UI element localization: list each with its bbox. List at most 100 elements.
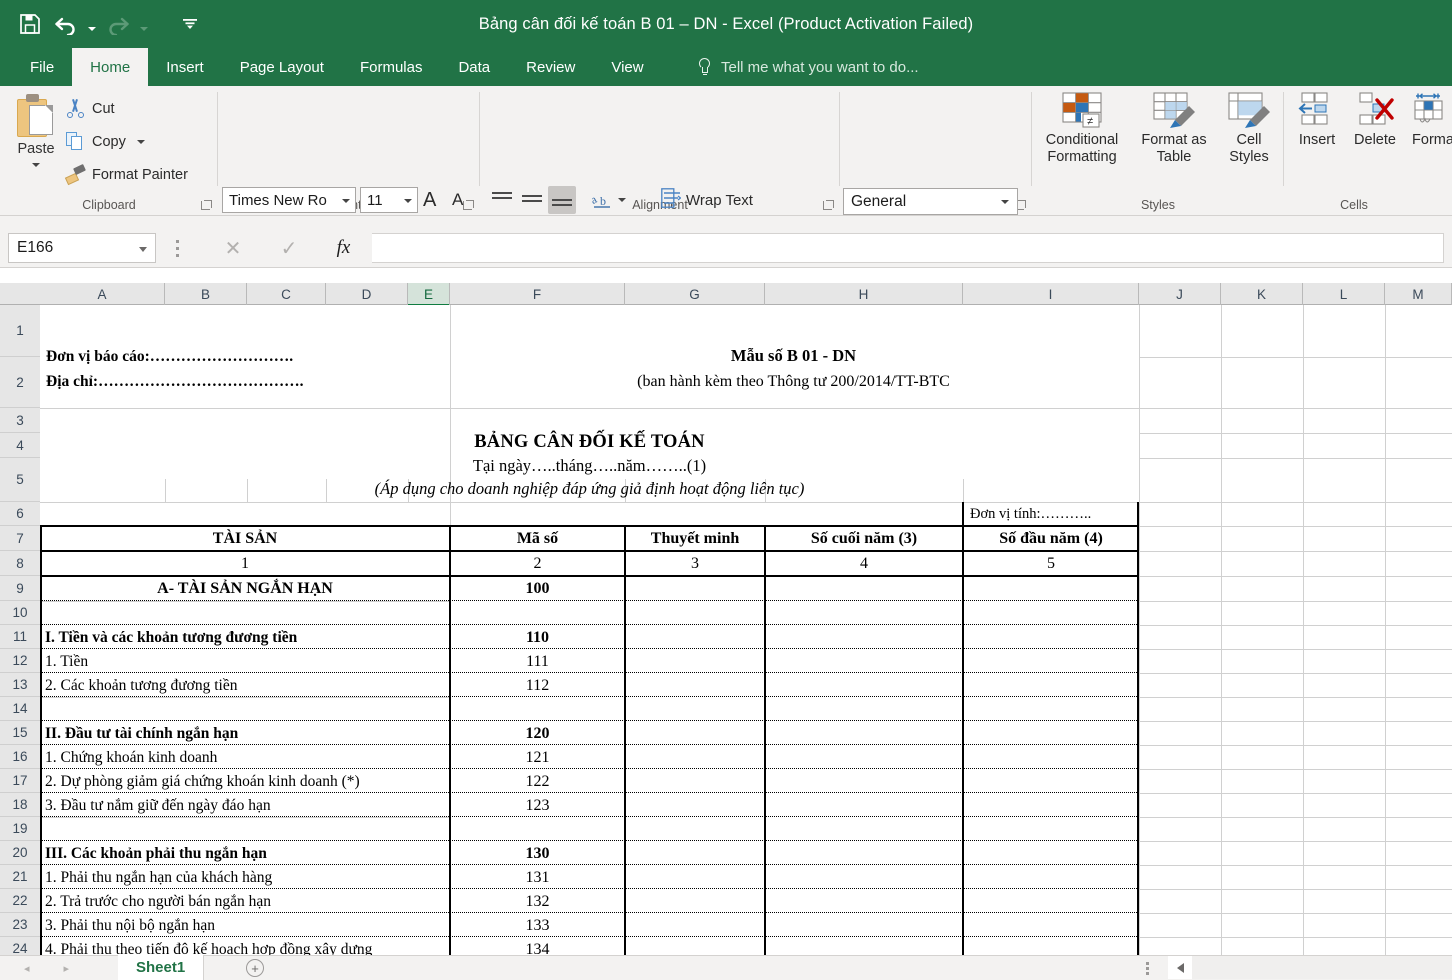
save-icon[interactable] — [12, 4, 48, 44]
cancel-icon[interactable]: ✕ — [225, 236, 242, 261]
column-header-j[interactable]: J — [1139, 283, 1221, 305]
cell-a2-address[interactable]: Địa chỉ:…………………………………. — [46, 371, 446, 393]
column-header-b[interactable]: B — [165, 283, 247, 305]
alignment-dialog-launcher[interactable] — [821, 198, 834, 211]
row-header-17[interactable]: 17 — [0, 769, 40, 793]
column-header-e[interactable]: E — [408, 283, 450, 306]
conditional-formatting-button[interactable]: ≠ Conditional Formatting — [1036, 92, 1128, 166]
scroll-left-button[interactable] — [1168, 956, 1192, 979]
row-header-1[interactable]: 1 — [0, 305, 40, 357]
column-header-i[interactable]: I — [963, 283, 1139, 305]
table-row-code-23[interactable]: 133 — [452, 914, 623, 937]
name-box[interactable]: E166 — [8, 233, 156, 263]
row-header-11[interactable]: 11 — [0, 625, 40, 649]
name-box-dropdown-icon[interactable] — [139, 247, 147, 252]
redo-dropdown-icon[interactable] — [136, 4, 152, 44]
tab-formulas[interactable]: Formulas — [342, 48, 441, 86]
copy-dropdown-icon[interactable] — [136, 139, 145, 144]
decrease-font-size-button[interactable]: A — [452, 190, 463, 210]
table-row-label-22[interactable]: 2. Trả trước cho người bán ngắn hạn — [45, 890, 449, 913]
tab-home[interactable]: Home — [72, 48, 149, 86]
cell-title-main[interactable]: BẢNG CÂN ĐỐI KẾ TOÁN — [40, 430, 1139, 454]
table-row-label-17[interactable]: 2. Dự phòng giảm giá chứng khoán kinh do… — [45, 770, 475, 793]
cell-i6-unit-note[interactable]: Đơn vị tính:……….. — [970, 503, 1140, 525]
tab-data[interactable]: Data — [440, 48, 508, 86]
table-row-code-11[interactable]: 110 — [452, 626, 623, 649]
cell-f1-form-number[interactable]: Mẫu số B 01 - DN — [450, 345, 1137, 367]
table-row-label-12[interactable]: 1. Tiền — [45, 650, 449, 673]
row-header-7[interactable]: 7 — [0, 526, 40, 551]
horizontal-scrollbar[interactable] — [1192, 956, 1452, 979]
tab-view[interactable]: View — [593, 48, 661, 86]
column-header-d[interactable]: D — [326, 283, 408, 305]
next-sheet-icon[interactable]: ▸ — [64, 962, 70, 975]
row-header-12[interactable]: 12 — [0, 649, 40, 673]
cell-title-applies[interactable]: (Áp dụng cho doanh nghiệp đáp ứng giả đị… — [40, 478, 1139, 500]
number-format-dropdown-icon[interactable] — [1001, 200, 1009, 204]
wrap-text-icon[interactable] — [661, 188, 682, 208]
row-header-5[interactable]: 5 — [0, 458, 40, 502]
table-row-code-18[interactable]: 123 — [452, 794, 623, 817]
tab-file[interactable]: File — [12, 48, 72, 86]
align-bottom-icon[interactable] — [552, 193, 572, 210]
insert-function-icon[interactable]: fx — [337, 237, 351, 259]
font-name-input[interactable]: Times New Ro — [222, 187, 356, 213]
row-header-3[interactable]: 3 — [0, 408, 40, 433]
row-header-19[interactable]: 19 — [0, 817, 40, 841]
cell-header-code[interactable]: Mã số — [452, 527, 623, 550]
cell-header-note[interactable]: Thuyết minh — [627, 527, 763, 550]
insert-cells-button[interactable]: Insert — [1288, 92, 1346, 149]
wrap-text-label[interactable]: Wrap Text — [686, 192, 753, 209]
column-header-f[interactable]: F — [450, 283, 625, 305]
cell-a1-reporting-unit[interactable]: Đơn vị báo cáo:………………………. — [46, 346, 446, 368]
format-as-table-button[interactable]: Format as Table — [1132, 92, 1216, 166]
cell-colnum-4[interactable]: 4 — [767, 552, 961, 575]
copy-button[interactable]: Copy — [66, 132, 145, 151]
row-header-4[interactable]: 4 — [0, 433, 40, 458]
undo-dropdown-icon[interactable] — [84, 4, 100, 44]
table-row-code-20[interactable]: 130 — [452, 842, 623, 865]
delete-cells-button[interactable]: Delete — [1346, 92, 1404, 149]
row-header-14[interactable]: 14 — [0, 697, 40, 721]
table-row-code-17[interactable]: 122 — [452, 770, 623, 793]
table-row-label-20[interactable]: III. Các khoản phải thu ngắn hạn — [45, 842, 449, 865]
tell-me-search[interactable]: Tell me what you want to do... — [697, 48, 919, 86]
paste-button[interactable]: Paste — [8, 92, 64, 188]
tab-page-layout[interactable]: Page Layout — [222, 48, 342, 86]
row-header-23[interactable]: 23 — [0, 913, 40, 937]
cell-colnum-5[interactable]: 5 — [965, 552, 1137, 575]
table-row-label-18[interactable]: 3. Đầu tư nắm giữ đến ngày đáo hạn — [45, 794, 449, 817]
cell-header-assets[interactable]: TÀI SẢN — [42, 527, 448, 550]
table-row-label-24[interactable]: 4. Phải thu theo tiến độ kế hoạch hợp đồ… — [45, 938, 475, 956]
cell-area[interactable]: Đơn vị báo cáo:………………………. Địa chỉ:………………… — [40, 305, 1452, 955]
undo-icon[interactable] — [48, 4, 84, 44]
row-header-18[interactable]: 18 — [0, 793, 40, 817]
column-header-k[interactable]: K — [1221, 283, 1303, 305]
table-row-label-13[interactable]: 2. Các khoản tương đương tiền — [45, 674, 449, 697]
tab-review[interactable]: Review — [508, 48, 593, 86]
table-row-code-9[interactable]: 100 — [452, 577, 623, 600]
table-row-code-24[interactable]: 134 — [452, 938, 623, 956]
number-format-select[interactable]: General — [843, 188, 1018, 215]
cell-title-date[interactable]: Tại ngày…..tháng…..năm……..(1) — [40, 455, 1139, 477]
row-header-2[interactable]: 2 — [0, 357, 40, 408]
row-header-16[interactable]: 16 — [0, 745, 40, 769]
row-header-6[interactable]: 6 — [0, 502, 40, 526]
cell-styles-button[interactable]: Cell Styles — [1216, 92, 1282, 166]
column-header-l[interactable]: L — [1303, 283, 1385, 305]
row-header-22[interactable]: 22 — [0, 889, 40, 913]
cell-colnum-3[interactable]: 3 — [627, 552, 763, 575]
increase-font-size-button[interactable]: A — [423, 189, 436, 212]
row-header-10[interactable]: 10 — [0, 601, 40, 625]
cell-colnum-2[interactable]: 2 — [452, 552, 623, 575]
formula-bar-grip[interactable] — [176, 240, 179, 257]
table-row-label-15[interactable]: II. Đầu tư tài chính ngắn hạn — [45, 722, 449, 745]
font-size-input[interactable]: 11 — [360, 187, 418, 213]
table-row-code-12[interactable]: 111 — [452, 650, 623, 673]
table-row-label-21[interactable]: 1. Phải thu ngắn hạn của khách hàng — [45, 866, 449, 889]
table-row-label-9[interactable]: A- TÀI SẢN NGẮN HẠN — [42, 577, 448, 600]
table-row-label-16[interactable]: 1. Chứng khoán kinh doanh — [45, 746, 449, 769]
clipboard-dialog-launcher[interactable] — [199, 198, 212, 211]
row-header-13[interactable]: 13 — [0, 673, 40, 697]
table-row-code-16[interactable]: 121 — [452, 746, 623, 769]
